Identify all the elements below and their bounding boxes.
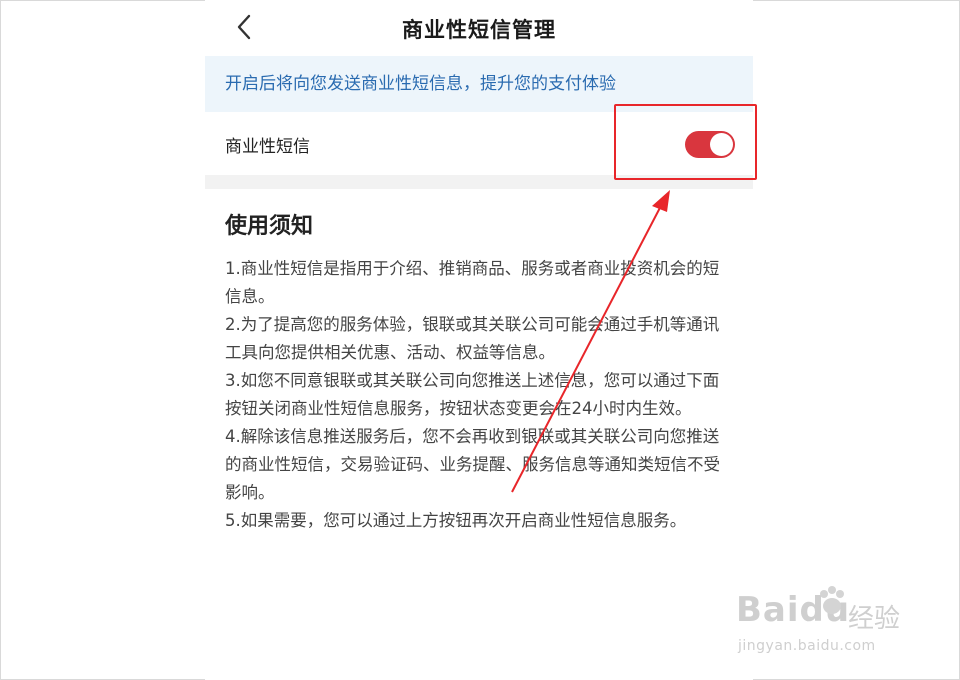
baidu-jingyan-watermark: Baidu 经验 jingyan.baidu.com	[736, 584, 916, 664]
watermark-url: jingyan.baidu.com	[738, 638, 876, 654]
page-title: 商业性短信管理	[402, 18, 556, 42]
notice-item: 4.解除该信息推送服务后，您不会再收到银联或其关联公司向您推送的商业性短信，交易…	[225, 427, 720, 502]
watermark-text: 经验	[848, 604, 901, 634]
notice-title: 使用须知	[225, 214, 314, 239]
annotation-highlight-box	[614, 104, 757, 180]
notice-item: 5.如果需要，您可以通过上方按钮再次开启商业性短信息服务。	[225, 511, 687, 530]
app-screen: 商业性短信管理 开启后将向您发送商业性短信息，提升您的支付体验 商业性短信 使用…	[205, 0, 753, 680]
paw-icon	[820, 586, 844, 614]
navigation-bar: 商业性短信管理	[205, 0, 753, 56]
setting-label: 商业性短信	[225, 137, 310, 157]
notice-item: 2.为了提高您的服务体验，银联或其关联公司可能会通过手机等通讯工具向您提供相关优…	[225, 315, 720, 362]
notice-item: 1.商业性短信是指用于介绍、推销商品、服务或者商业投资机会的短信息。	[225, 259, 720, 306]
notice-list: 1.商业性短信是指用于介绍、推销商品、服务或者商业投资机会的短信息。 2.为了提…	[225, 255, 730, 535]
notice-item: 3.如您不同意银联或其关联公司向您推送上述信息，您可以通过下面按钮关闭商业性短信…	[225, 371, 720, 418]
